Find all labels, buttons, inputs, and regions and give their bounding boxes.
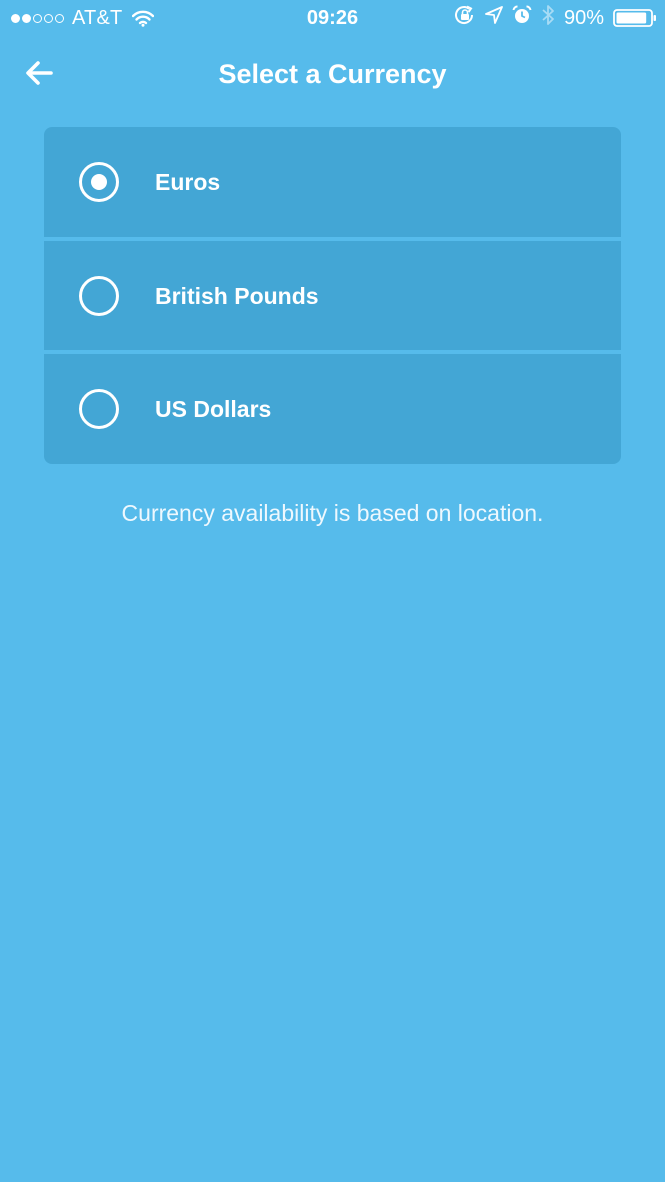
status-right: 90% bbox=[454, 4, 656, 32]
radio-button[interactable] bbox=[79, 389, 119, 429]
status-bar: AT&T 09:26 90% bbox=[0, 0, 665, 36]
currency-option-euros[interactable]: Euros bbox=[44, 127, 621, 237]
currency-availability-note: Currency availability is based on locati… bbox=[121, 500, 544, 526]
alarm-icon bbox=[512, 5, 532, 31]
radio-selected-dot bbox=[91, 174, 107, 190]
currency-option-us-dollars[interactable]: US Dollars bbox=[44, 354, 621, 464]
page-title: Select a Currency bbox=[218, 59, 447, 89]
header: Select a Currency bbox=[0, 44, 665, 104]
currency-label: Euros bbox=[155, 169, 221, 195]
currency-label: US Dollars bbox=[155, 396, 272, 422]
battery-percent: 90% bbox=[563, 6, 604, 29]
location-arrow-icon bbox=[485, 6, 503, 30]
currency-label: British Pounds bbox=[155, 282, 319, 309]
currency-option-british-pounds[interactable]: British Pounds bbox=[44, 241, 621, 350]
bluetooth-icon bbox=[541, 4, 555, 32]
radio-button[interactable] bbox=[79, 162, 119, 202]
radio-button[interactable] bbox=[79, 275, 119, 316]
currency-list: Euros British Pounds US Dollars bbox=[44, 127, 621, 464]
orientation-lock-icon bbox=[454, 5, 476, 31]
battery-icon bbox=[613, 9, 656, 27]
